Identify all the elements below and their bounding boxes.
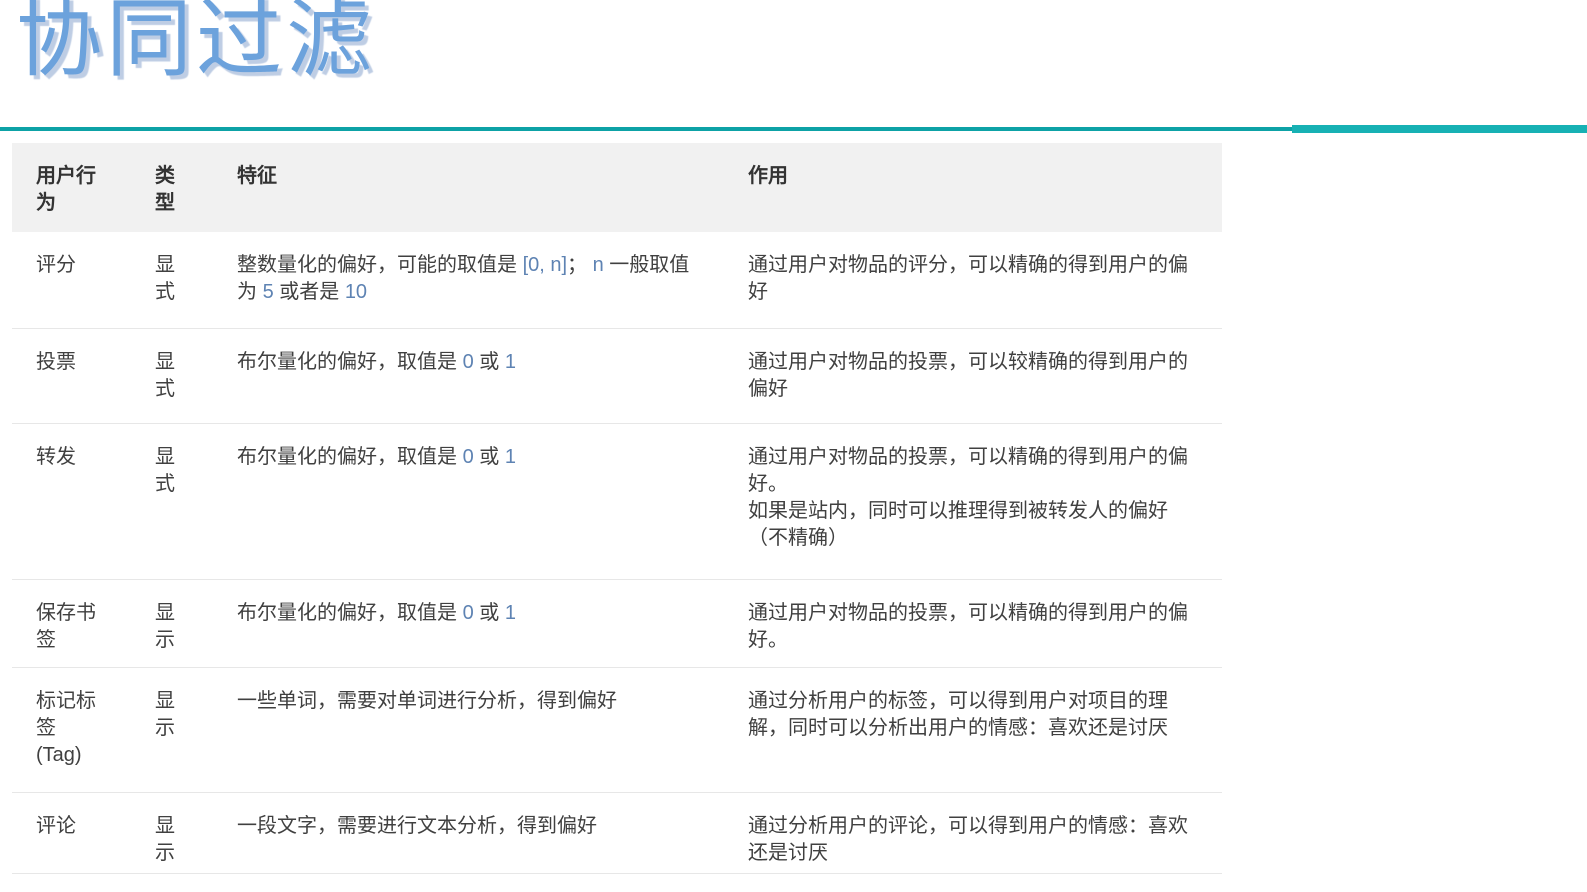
feature-segment-number: 0 [462, 601, 474, 624]
cell-behavior: 标记标签 (Tag) [12, 667, 155, 793]
cell-type: 显示 [155, 667, 237, 793]
cell-behavior: 保存书签 [12, 579, 155, 668]
cell-behavior: 评分 [12, 232, 155, 329]
feature-segment-text: 整数量化的偏好，可能的取值是 [237, 254, 523, 276]
title-divider-right [1292, 125, 1587, 133]
column-header-behavior: 用户行为 [36, 165, 96, 214]
cell-effect: 通过分析用户的评论，可以得到用户的情感：喜欢还是讨厌 [748, 792, 1222, 874]
user-behavior-table: 用户行为 类型 特征 作用 评分 显式 整数量化的偏好，可能的取值是 [0, n… [12, 143, 1222, 874]
cell-type: 显式 [155, 423, 237, 580]
cell-behavior: 评论 [12, 792, 155, 874]
table-row: 评论 显示 一段文字，需要进行文本分析，得到偏好 通过分析用户的评论，可以得到用… [12, 792, 1222, 874]
feature-segment-text: 或者是 [273, 281, 345, 303]
cell-type: 显式 [155, 328, 237, 424]
page-title: 协同过滤 [16, 0, 376, 87]
feature-segment-text: 或 [473, 601, 505, 624]
feature-segment-text: 布尔量化的偏好，取值是 [237, 601, 463, 624]
cell-feature: 一些单词，需要对单词进行分析，得到偏好 [237, 667, 748, 793]
feature-segment-number: 1 [504, 445, 516, 468]
feature-segment-number: [0, n] [522, 254, 568, 276]
feature-segment-text: 布尔量化的偏好，取值是 [237, 350, 463, 373]
column-header-type: 类型 [155, 165, 175, 214]
table-row: 投票 显式 布尔量化的偏好，取值是 0 或 1 通过用户对物品的投票，可以较精确… [12, 328, 1222, 424]
cell-feature: 布尔量化的偏好，取值是 0 或 1 [237, 328, 748, 424]
feature-segment-number: 1 [504, 350, 516, 373]
column-header-effect: 作用 [748, 165, 788, 187]
feature-segment-number: 0 [462, 445, 474, 468]
cell-type: 显示 [155, 792, 237, 874]
feature-segment-text: ； [567, 254, 593, 276]
cell-behavior: 投票 [12, 328, 155, 424]
slide: 协同过滤 用户行为 类型 特征 作用 评分 显式 整数量化的偏好，可能的取值是 … [0, 0, 1587, 892]
feature-segment-text: 一段文字，需要进行文本分析，得到偏好 [237, 814, 597, 837]
feature-segment-text: 布尔量化的偏好，取值是 [237, 445, 463, 468]
feature-segment-text: 或 [473, 350, 505, 373]
table-row: 保存书签 显示 布尔量化的偏好，取值是 0 或 1 通过用户对物品的投票，可以精… [12, 579, 1222, 668]
cell-behavior: 转发 [12, 423, 155, 580]
table-header-row: 用户行为 类型 特征 作用 [12, 143, 1222, 232]
cell-feature: 布尔量化的偏好，取值是 0 或 1 [237, 423, 748, 580]
feature-segment-number: 10 [344, 281, 368, 303]
feature-segment-number: 1 [504, 601, 516, 624]
feature-segment-number: 0 [462, 350, 474, 373]
feature-segment-number: n [592, 254, 604, 276]
cell-feature: 整数量化的偏好，可能的取值是 [0, n]； n 一般取值为 5 或者是 10 [237, 232, 748, 329]
cell-effect: 通过用户对物品的投票，可以较精确的得到用户的偏好 [748, 328, 1222, 424]
column-header-feature: 特征 [237, 165, 277, 187]
table-row: 评分 显式 整数量化的偏好，可能的取值是 [0, n]； n 一般取值为 5 或… [12, 232, 1222, 329]
feature-segment-number: 5 [262, 281, 274, 303]
behavior-table-container: 用户行为 类型 特征 作用 评分 显式 整数量化的偏好，可能的取值是 [0, n… [12, 143, 1222, 874]
cell-effect: 通过分析用户的标签，可以得到用户对项目的理解，同时可以分析出用户的情感：喜欢还是… [748, 667, 1222, 793]
title-divider-left [0, 127, 1292, 131]
feature-segment-text: 一些单词，需要对单词进行分析，得到偏好 [237, 689, 617, 712]
cell-effect: 通过用户对物品的投票，可以精确的得到用户的偏好。 如果是站内，同时可以推理得到被… [748, 423, 1222, 580]
cell-type: 显式 [155, 232, 237, 329]
feature-segment-text: 或 [473, 445, 505, 468]
table-row: 标记标签 (Tag) 显示 一些单词，需要对单词进行分析，得到偏好 通过分析用户… [12, 667, 1222, 793]
cell-effect: 通过用户对物品的评分，可以精确的得到用户的偏好 [748, 232, 1222, 329]
table-row: 转发 显式 布尔量化的偏好，取值是 0 或 1 通过用户对物品的投票，可以精确的… [12, 423, 1222, 580]
cell-feature: 一段文字，需要进行文本分析，得到偏好 [237, 792, 748, 874]
cell-effect: 通过用户对物品的投票，可以精确的得到用户的偏好。 [748, 579, 1222, 668]
cell-feature: 布尔量化的偏好，取值是 0 或 1 [237, 579, 748, 668]
cell-type: 显示 [155, 579, 237, 668]
